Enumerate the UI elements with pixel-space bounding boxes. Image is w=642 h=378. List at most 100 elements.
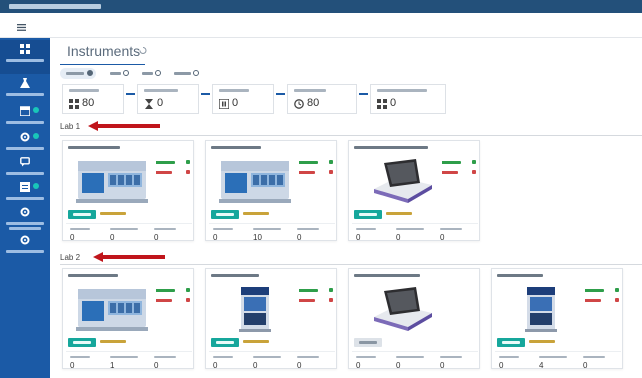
- settings-icon: [20, 235, 30, 245]
- footer-value: 0: [253, 361, 258, 370]
- footer-value: 4: [539, 361, 544, 370]
- footer-label-placeholder: [440, 356, 462, 358]
- status-icon: [186, 160, 190, 164]
- card-footer: 0 10 0: [209, 223, 335, 242]
- grid-icon: [377, 99, 387, 109]
- info-icon: [87, 70, 93, 76]
- footer-label-placeholder: [356, 228, 376, 230]
- view-button[interactable]: [354, 210, 382, 219]
- instrument-card[interactable]: 0 4 0: [491, 268, 623, 370]
- instrument-card[interactable]: 0 0 0: [205, 268, 337, 370]
- footer-label-placeholder: [213, 228, 233, 230]
- footer-value: 1: [110, 361, 115, 370]
- sidebar-label-placeholder: [6, 59, 44, 62]
- status-icon: [186, 298, 190, 302]
- view-button[interactable]: [211, 338, 239, 347]
- kpi-value: 80: [307, 97, 320, 109]
- tower-analyzer-image: [211, 283, 299, 335]
- filter-chip-all[interactable]: [60, 68, 96, 79]
- instrument-card[interactable]: 0 10 0: [205, 140, 337, 242]
- instrument-card[interactable]: 0 0 0: [348, 268, 480, 370]
- kpi-value: 80: [82, 97, 95, 109]
- instrument-analyzer-image: [211, 155, 299, 207]
- footer-label-placeholder: [356, 356, 376, 358]
- lab-heading: Lab 2: [60, 253, 81, 262]
- card-footer: 0 0 0: [66, 223, 192, 242]
- filter-chip-3[interactable]: [136, 68, 162, 79]
- status-text-placeholder: [441, 171, 458, 174]
- footer-label-placeholder: [396, 356, 424, 358]
- status-icon: [472, 160, 476, 164]
- warning-text-placeholder: [100, 340, 126, 343]
- button-label-placeholder: [359, 213, 377, 216]
- kpi-card[interactable]: 0: [370, 84, 446, 114]
- settings-icon: [20, 207, 30, 217]
- hourglass-icon: [145, 99, 153, 109]
- footer-value: 0: [440, 233, 445, 242]
- top-header: [0, 13, 642, 38]
- footer-label-placeholder: [297, 228, 319, 230]
- chat-icon: [20, 157, 30, 167]
- kpi-label-placeholder: [69, 89, 99, 92]
- refresh-icon[interactable]: [139, 47, 147, 54]
- status-text-placeholder: [298, 299, 315, 302]
- status-text-placeholder: [155, 289, 175, 292]
- kpi-label-placeholder: [219, 89, 249, 92]
- status-icon: [329, 298, 333, 302]
- instrument-name-placeholder: [68, 146, 120, 149]
- kpi-separator: [201, 93, 210, 95]
- instrument-card[interactable]: 0 0 0: [62, 140, 194, 242]
- title-underline: [60, 64, 145, 65]
- warning-text-placeholder: [243, 212, 269, 215]
- footer-value: 0: [356, 233, 361, 242]
- card-footer: 0 4 0: [495, 351, 621, 370]
- filter-chip-4[interactable]: [168, 68, 202, 79]
- warning-text-placeholder: [100, 212, 126, 215]
- view-button[interactable]: [68, 338, 96, 347]
- filter-chip-2[interactable]: [104, 68, 130, 79]
- footer-label-placeholder: [110, 228, 138, 230]
- button-label-placeholder: [502, 341, 520, 344]
- footer-label-placeholder: [539, 356, 567, 358]
- footer-label-placeholder: [440, 228, 462, 230]
- status-text-placeholder: [298, 161, 318, 164]
- button-label-placeholder: [216, 213, 234, 216]
- footer-value: 0: [356, 361, 361, 370]
- kpi-card[interactable]: 80: [287, 84, 357, 114]
- instrument-analyzer-image: [68, 155, 156, 207]
- kpi-value: 0: [232, 97, 239, 109]
- warning-text-placeholder: [386, 212, 412, 215]
- kpi-separator: [276, 93, 285, 95]
- menu-icon[interactable]: [6, 19, 36, 35]
- grid-icon: [69, 99, 79, 109]
- view-button[interactable]: [497, 338, 525, 347]
- footer-value: 0: [110, 233, 115, 242]
- calendar-icon: [20, 106, 30, 116]
- kpi-card[interactable]: 0: [212, 84, 274, 114]
- status-text-placeholder: [441, 161, 461, 164]
- card-footer: 0 0 0: [352, 223, 478, 242]
- sidebar: [0, 38, 50, 378]
- instrument-card[interactable]: 0 1 0: [62, 268, 194, 370]
- status-icon: [615, 298, 619, 302]
- footer-value: 0: [440, 361, 445, 370]
- info-icon: [193, 70, 199, 76]
- footer-label-placeholder: [253, 228, 281, 230]
- instrument-card[interactable]: 0 0 0: [348, 140, 480, 242]
- instrument-name-placeholder: [68, 274, 118, 277]
- sidebar-item-8[interactable]: [0, 231, 50, 265]
- view-button[interactable]: [68, 210, 96, 219]
- view-button[interactable]: [211, 210, 239, 219]
- sidebar-item-instruments[interactable]: [0, 40, 50, 74]
- status-icon: [472, 170, 476, 174]
- kpi-card[interactable]: 80: [62, 84, 124, 114]
- sidebar-label-placeholder: [6, 121, 44, 124]
- kpi-card[interactable]: 0: [137, 84, 199, 114]
- document-icon: [20, 182, 30, 192]
- footer-value: 0: [70, 233, 75, 242]
- status-text-placeholder: [155, 299, 172, 302]
- pause-icon: [219, 99, 229, 109]
- lab-divider: [60, 264, 642, 265]
- view-button[interactable]: [354, 338, 382, 347]
- card-footer: 0 1 0: [66, 351, 192, 370]
